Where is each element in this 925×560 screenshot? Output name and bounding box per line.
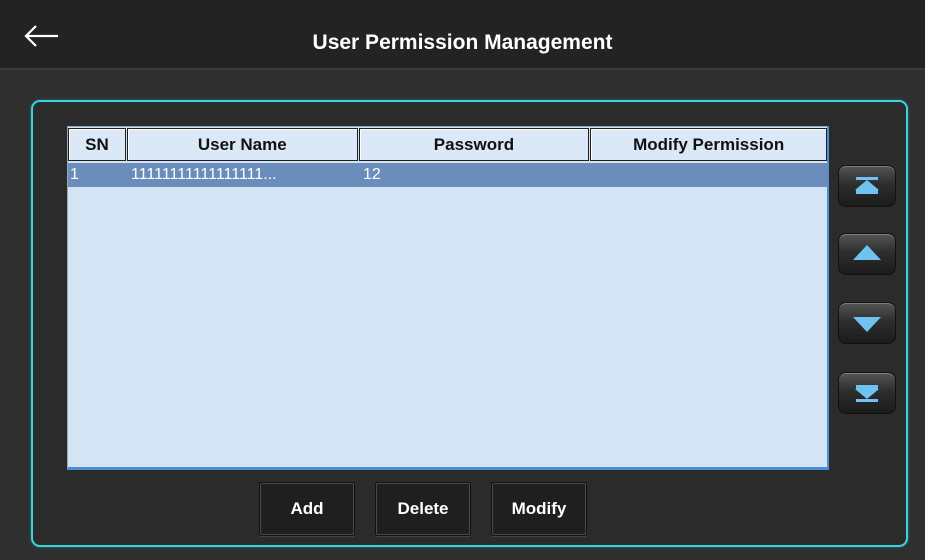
column-header-user-name[interactable]: User Name [126, 128, 358, 161]
scroll-top-icon [855, 177, 879, 194]
column-header-sn[interactable]: SN [68, 128, 126, 161]
scroll-up-button[interactable] [838, 233, 896, 275]
cell-modify-permission [591, 163, 828, 187]
column-header-password[interactable]: Password [358, 128, 590, 161]
delete-button[interactable]: Delete [375, 482, 471, 536]
page-title: User Permission Management [312, 31, 613, 54]
cell-sn: 1 [70, 166, 79, 183]
table-header: SN User Name Password Modify Permission [68, 127, 828, 162]
scroll-bottom-icon [855, 385, 879, 402]
add-button[interactable]: Add [259, 482, 355, 536]
modify-button[interactable]: Modify [491, 482, 587, 536]
column-header-modify-permission[interactable]: Modify Permission [590, 128, 827, 161]
header-bar: User Permission Management [0, 0, 925, 70]
scroll-down-icon [853, 317, 881, 332]
scroll-down-button[interactable] [838, 302, 896, 344]
user-table: SN User Name Password Modify Permission … [67, 126, 829, 470]
cell-password: 12 [363, 166, 381, 183]
cell-user-name: 11111111111111111... [131, 166, 277, 183]
table-row[interactable]: 1 11111111111111111... 12 [68, 163, 828, 187]
scroll-top-button[interactable] [838, 165, 896, 207]
scroll-bottom-button[interactable] [838, 372, 896, 414]
scroll-up-icon [853, 245, 881, 260]
